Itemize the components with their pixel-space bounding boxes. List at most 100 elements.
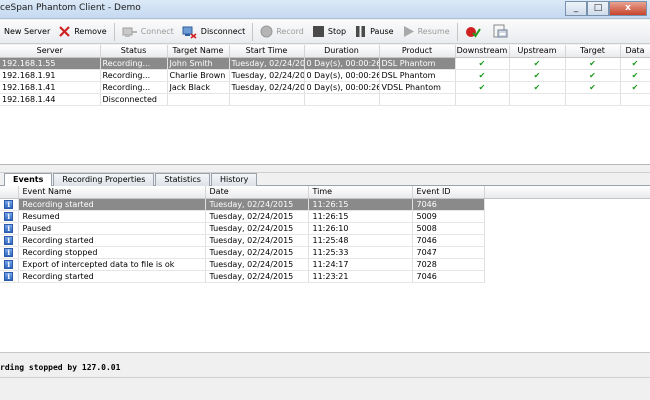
info-icon-cell: i [0, 246, 19, 259]
tab-statistics[interactable]: Statistics [155, 173, 210, 186]
event-date: Tuesday, 02/24/2015 [205, 246, 309, 259]
event-date: Tuesday, 02/24/2015 [205, 222, 309, 235]
status-bar: rding stopped by 127.0.01 [0, 352, 650, 400]
info-icon: i [4, 211, 14, 221]
server-product: VDSL Phantom [379, 81, 456, 94]
event-row[interactable]: i Paused Tuesday, 02/24/2015 11:26:10 50… [0, 222, 650, 235]
event-name: Recording started [18, 198, 206, 211]
server-row[interactable]: 192.168.1.41 Recording... Jack Black Tue… [0, 81, 650, 94]
record-label: Record [276, 27, 304, 36]
info-icon: i [4, 259, 14, 269]
column-header-upstream[interactable]: Upstream [509, 45, 566, 58]
event-time: 11:26:10 [308, 222, 413, 235]
event-date: Tuesday, 02/24/2015 [205, 210, 309, 223]
server-duration [304, 93, 380, 106]
close-button[interactable]: x [609, 1, 647, 16]
upstream-cell [509, 93, 566, 106]
row-filler [484, 258, 650, 270]
pause-button[interactable]: Pause [350, 21, 398, 43]
pause-icon [356, 26, 366, 37]
column-header-data[interactable]: Data [620, 45, 650, 58]
column-header-product[interactable]: Product [379, 45, 456, 58]
column-header-event-name[interactable]: Event Name [18, 186, 206, 199]
server-address: 192.168.1.41 [0, 81, 101, 94]
column-header-start-time[interactable]: Start Time [229, 45, 305, 58]
info-icon-cell: i [0, 234, 19, 247]
upstream-check-icon: ✔ [509, 57, 566, 70]
event-time: 11:25:48 [308, 234, 413, 247]
event-id: 7047 [412, 246, 485, 259]
event-date: Tuesday, 02/24/2015 [205, 258, 309, 271]
record-button[interactable]: Record [256, 21, 308, 43]
column-header-server[interactable]: Server [0, 45, 101, 58]
event-row[interactable]: i Recording started Tuesday, 02/24/2015 … [0, 270, 650, 283]
column-header-downstream[interactable]: Downstream [455, 45, 510, 58]
stop-label: Stop [327, 27, 347, 36]
event-row[interactable]: i Export of intercepted data to file is … [0, 258, 650, 271]
event-date: Tuesday, 02/24/2015 [205, 270, 309, 283]
info-icon-cell: i [0, 222, 19, 235]
connect-icon [122, 27, 137, 37]
server-row[interactable]: 192.168.1.44 Disconnected [0, 93, 650, 106]
title-bar: ceSpan Phantom Client - Demo _ □ x [0, 0, 650, 19]
new-server-label: New Server [4, 27, 51, 36]
remove-button[interactable]: Remove [54, 21, 110, 43]
stop-button[interactable]: Stop [308, 21, 350, 43]
event-name: Recording started [18, 234, 206, 247]
server-header-row: Server Status Target Name Start Time Dur… [0, 45, 650, 58]
server-address: 192.168.1.55 [0, 57, 101, 70]
row-filler [484, 210, 650, 222]
maximize-button[interactable]: □ [587, 1, 609, 16]
toolbar-separator [456, 22, 458, 41]
upstream-check-icon: ✔ [509, 69, 566, 82]
tab-recording-properties[interactable]: Recording Properties [53, 173, 155, 186]
row-filler [484, 246, 650, 258]
event-row[interactable]: i Recording started Tuesday, 02/24/2015 … [0, 198, 650, 211]
resume-button[interactable]: Resume [398, 21, 454, 43]
info-icon-cell: i [0, 210, 19, 223]
events-table: Event Name Date Time Event ID i Recordin… [0, 186, 650, 283]
target-check-icon: ✔ [565, 57, 621, 70]
event-name: Recording stopped [18, 246, 206, 259]
column-header-time[interactable]: Time [308, 186, 413, 199]
info-icon: i [4, 199, 14, 209]
record-check-button[interactable] [461, 21, 488, 43]
export-button[interactable] [488, 21, 515, 43]
disconnect-button[interactable]: Disconnect [178, 21, 249, 43]
downstream-check-icon: ✔ [455, 57, 510, 70]
server-row[interactable]: 192.168.1.55 Recording... John Smith Tue… [0, 57, 650, 70]
data-cell [620, 93, 650, 106]
data-check-icon: ✔ [620, 57, 650, 70]
event-id: 7046 [412, 234, 485, 247]
column-header-duration[interactable]: Duration [304, 45, 380, 58]
events-panel: Event Name Date Time Event ID i Recordin… [0, 186, 650, 352]
event-row[interactable]: i Resumed Tuesday, 02/24/2015 11:26:15 5… [0, 210, 650, 223]
window-title: ceSpan Phantom Client - Demo [0, 3, 141, 13]
info-icon-cell: i [0, 258, 19, 271]
export-icon [493, 24, 508, 38]
column-header-event-id[interactable]: Event ID [412, 186, 485, 199]
row-filler [484, 222, 650, 234]
downstream-check-icon: ✔ [455, 69, 510, 82]
disconnect-icon [182, 26, 197, 39]
event-row[interactable]: i Recording stopped Tuesday, 02/24/2015 … [0, 246, 650, 259]
column-header-target-name[interactable]: Target Name [167, 45, 230, 58]
disconnect-label: Disconnect [200, 27, 246, 36]
splitter[interactable] [0, 166, 650, 173]
column-header-icon [0, 186, 19, 199]
server-table: Server Status Target Name Start Time Dur… [0, 45, 650, 106]
event-row[interactable]: i Recording started Tuesday, 02/24/2015 … [0, 234, 650, 247]
column-header-target[interactable]: Target [565, 45, 621, 58]
connect-button[interactable]: Connect [118, 21, 178, 43]
column-header-status[interactable]: Status [100, 45, 168, 58]
remove-label: Remove [74, 27, 107, 36]
window-controls: _ □ x [565, 1, 647, 17]
new-server-button[interactable]: New Server [0, 21, 54, 43]
minimize-button[interactable]: _ [565, 1, 587, 16]
server-duration: 0 Day(s), 00:00:26 [304, 69, 380, 82]
target-check-icon: ✔ [565, 69, 621, 82]
column-header-date[interactable]: Date [205, 186, 309, 199]
server-row[interactable]: 192.168.1.91 Recording... Charlie Brown … [0, 69, 650, 82]
tab-events[interactable]: Events [4, 173, 53, 187]
tab-history[interactable]: History [210, 173, 258, 186]
